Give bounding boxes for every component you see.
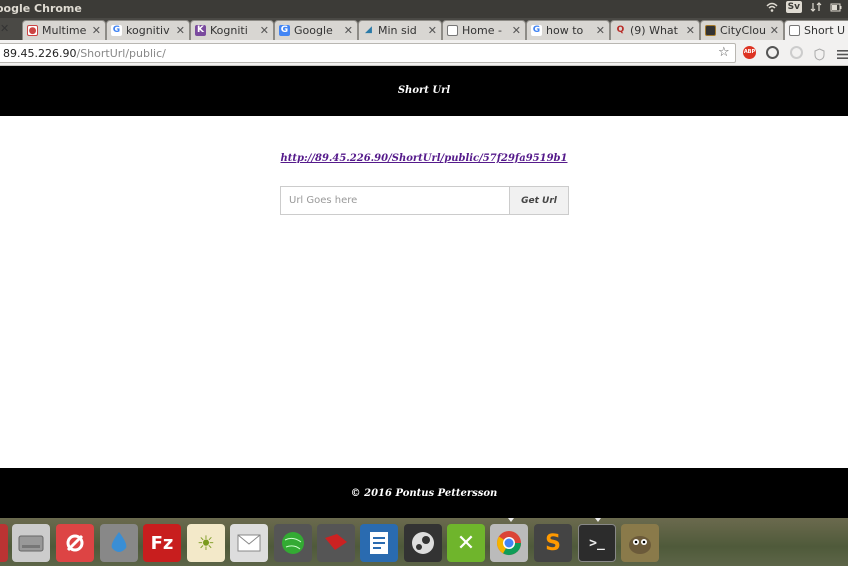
multimedia-icon: ● xyxy=(27,25,38,36)
url-input[interactable] xyxy=(280,186,509,215)
min-sida-icon: ◢ xyxy=(365,25,372,35)
tab-home[interactable]: Home - ✕ xyxy=(442,20,526,40)
mail-icon[interactable] xyxy=(230,524,268,562)
adblock-plus-icon[interactable]: ABP xyxy=(743,46,756,59)
chrome-icon[interactable] xyxy=(490,524,528,562)
tab-close-icon[interactable]: ✕ xyxy=(428,24,437,37)
system-tray: Sv xyxy=(766,1,842,13)
sort-icon[interactable] xyxy=(810,1,822,13)
xmind-icon[interactable]: ✕ xyxy=(447,524,485,562)
site-footer: © 2016 Pontus Pettersson xyxy=(0,468,848,518)
window-title: oogle Chrome xyxy=(0,2,82,15)
kognitiv-icon: K xyxy=(195,25,206,36)
running-indicator xyxy=(508,518,514,522)
files-icon[interactable] xyxy=(12,524,50,562)
tab-short-url[interactable]: Short U xyxy=(784,20,848,40)
footer-copyright: © 2016 Pontus Pettersson xyxy=(350,488,498,499)
tab-close-icon[interactable]: ✕ xyxy=(260,24,269,37)
brightness-icon[interactable]: ☀ xyxy=(187,524,225,562)
app-icon[interactable] xyxy=(0,524,8,562)
battery-icon[interactable] xyxy=(830,1,842,13)
google-icon: G xyxy=(111,25,122,36)
web-page: Short Url http://89.45.226.90/ShortUrl/p… xyxy=(0,66,848,518)
tab-google-translate[interactable]: G Google ✕ xyxy=(274,20,358,40)
gimp-icon[interactable] xyxy=(621,524,659,562)
sublime-icon[interactable]: S xyxy=(534,524,572,562)
tab-close-icon[interactable]: ✕ xyxy=(770,24,779,37)
site-header: Short Url xyxy=(0,66,848,116)
tab-close-icon[interactable]: ✕ xyxy=(686,24,695,37)
tab-min-sida[interactable]: ◢ Min sid ✕ xyxy=(358,20,442,40)
network-icon[interactable] xyxy=(274,524,312,562)
site-title: Short Url xyxy=(397,85,451,96)
bookmark-star-icon[interactable]: ☆ xyxy=(718,45,730,60)
shorten-form: Get Url xyxy=(280,186,569,215)
tab-close-icon[interactable]: ✕ xyxy=(176,24,185,37)
document-icon xyxy=(789,25,800,36)
steam-icon[interactable] xyxy=(404,524,442,562)
top-panel: oogle Chrome Sv xyxy=(0,0,848,18)
quora-icon: Q xyxy=(616,25,625,35)
book-icon[interactable] xyxy=(317,524,355,562)
tab-multimedia[interactable]: ● Multime ✕ xyxy=(22,20,106,40)
tab-close-icon[interactable]: ✕ xyxy=(0,22,9,35)
citycloud-icon xyxy=(705,25,716,36)
tab-close-icon[interactable]: ✕ xyxy=(596,24,605,37)
terminal-icon[interactable]: >_ xyxy=(578,524,616,562)
system-settings-icon[interactable] xyxy=(56,524,94,562)
wifi-icon[interactable] xyxy=(766,1,778,13)
google-translate-icon: G xyxy=(279,25,290,36)
extension-icon[interactable] xyxy=(766,46,779,59)
drop-icon[interactable] xyxy=(100,524,138,562)
address-path: /ShortUrl/public/ xyxy=(76,46,166,60)
keyboard-language-indicator[interactable]: Sv xyxy=(785,1,802,13)
tab-how-to[interactable]: G how to ✕ xyxy=(526,20,610,40)
shield-icon[interactable] xyxy=(813,46,826,61)
extension-disabled-icon[interactable] xyxy=(790,46,803,59)
document-icon xyxy=(447,25,458,36)
address-bar[interactable]: 89.45.226.90/ShortUrl/public/ xyxy=(0,43,736,63)
get-url-button[interactable]: Get Url xyxy=(509,186,569,215)
menu-icon[interactable] xyxy=(836,46,848,59)
dock: Fz ☀ ✕ S >_ xyxy=(0,518,848,566)
running-indicator xyxy=(595,518,601,522)
google-icon: G xyxy=(531,25,542,36)
filezilla-icon[interactable]: Fz xyxy=(143,524,181,562)
tab-close-icon[interactable]: ✕ xyxy=(92,24,101,37)
tab-strip: ✕ ● Multime ✕ G kognitiv ✕ K Kogniti ✕ G… xyxy=(0,18,848,40)
writer-icon[interactable] xyxy=(360,524,398,562)
tab-quora[interactable]: Q (9) What ✕ xyxy=(610,20,700,40)
tab-close-icon[interactable]: ✕ xyxy=(344,24,353,37)
browser-toolbar: 89.45.226.90/ShortUrl/public/ ☆ ABP xyxy=(0,40,848,66)
shortened-url-link[interactable]: http://89.45.226.90/ShortUrl/public/57f2… xyxy=(0,153,848,164)
address-host: 89.45.226.90 xyxy=(3,46,77,60)
tab-citycloud[interactable]: CityClou ✕ xyxy=(700,20,784,40)
tab-close-icon[interactable]: ✕ xyxy=(512,24,521,37)
tab-kognitiv-search[interactable]: G kognitiv ✕ xyxy=(106,20,190,40)
tab-kognitiv[interactable]: K Kogniti ✕ xyxy=(190,20,274,40)
